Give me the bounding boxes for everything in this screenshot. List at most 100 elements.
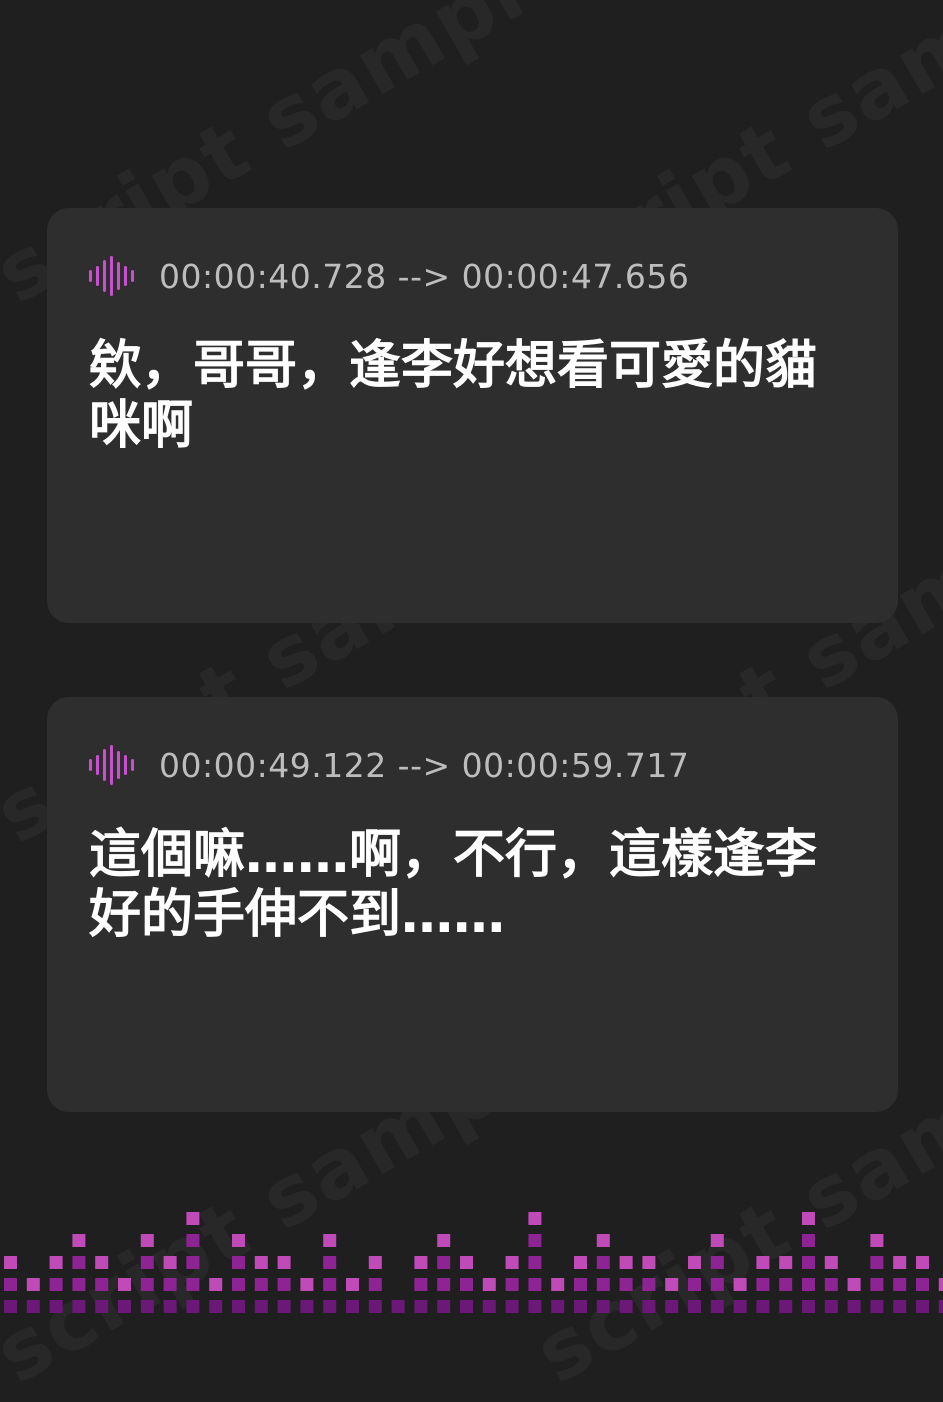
equalizer-block (916, 1256, 929, 1269)
equalizer-block (232, 1234, 245, 1247)
equalizer-block (574, 1256, 587, 1269)
equalizer-block (368, 1278, 382, 1291)
cue-timestamp: 00:00:40.728 --> 00:00:47.656 (159, 256, 690, 296)
equalizer-block (26, 1278, 40, 1291)
equalizer-block (163, 1278, 177, 1291)
equalizer-block (528, 1234, 542, 1247)
equalizer-block (916, 1300, 929, 1313)
equalizer-block (414, 1256, 428, 1269)
equalizer-block (95, 1278, 109, 1291)
equalizer-block (209, 1278, 223, 1291)
equalizer-block (186, 1256, 200, 1269)
equalizer-block (528, 1300, 542, 1313)
equalizer-block (619, 1300, 633, 1313)
equalizer-block (140, 1278, 154, 1291)
equalizer-block (140, 1256, 154, 1269)
equalizer-block (642, 1256, 656, 1269)
equalizer-block (163, 1300, 177, 1313)
equalizer-block (551, 1300, 565, 1313)
equalizer-block (72, 1300, 86, 1313)
equalizer-block (72, 1278, 86, 1291)
equalizer-block (277, 1278, 291, 1291)
equalizer-block (300, 1278, 314, 1291)
equalizer-block (4, 1278, 17, 1291)
equalizer-block (368, 1256, 382, 1269)
equalizer-block (391, 1300, 405, 1313)
equalizer-block (619, 1278, 633, 1291)
equalizer-block (824, 1300, 838, 1313)
equalizer-block (140, 1234, 154, 1247)
equalizer-block (346, 1278, 359, 1291)
equalizer-block (756, 1256, 770, 1269)
cue-header: 00:00:40.728 --> 00:00:47.656 (89, 256, 689, 296)
equalizer-block (688, 1256, 701, 1269)
equalizer-block (779, 1278, 793, 1291)
equalizer-block (95, 1300, 109, 1313)
subtitle-cue-card: 00:00:49.122 --> 00:00:59.717 這個嘛……啊，不行，… (47, 697, 898, 1112)
equalizer-block (870, 1278, 884, 1291)
equalizer-block (437, 1278, 451, 1291)
equalizer-block (49, 1300, 63, 1313)
equalizer-block (186, 1300, 200, 1313)
equalizer-block (49, 1256, 63, 1269)
equalizer-block (118, 1278, 131, 1291)
equalizer-block (824, 1278, 838, 1291)
equalizer-block (49, 1278, 63, 1291)
audio-waveform-icon (89, 745, 134, 785)
equalizer-block (802, 1234, 815, 1247)
equalizer-block (870, 1300, 884, 1313)
cue-text: 這個嘛……啊，不行，這樣逢李好的手伸不到…… (89, 825, 818, 945)
equalizer-block (72, 1256, 86, 1269)
equalizer-decoration (4, 1212, 943, 1313)
equalizer-block (186, 1212, 200, 1225)
equalizer-block (323, 1256, 337, 1269)
equalizer-block (847, 1300, 861, 1313)
equalizer-block (437, 1234, 451, 1247)
cue-text: 欸，哥哥，逢李好想看可愛的貓咪啊 (89, 336, 818, 456)
equalizer-block (528, 1256, 542, 1269)
equalizer-block (870, 1234, 884, 1247)
equalizer-block (596, 1300, 610, 1313)
equalizer-block (756, 1278, 770, 1291)
equalizer-block (574, 1300, 587, 1313)
equalizer-block (232, 1278, 245, 1291)
equalizer-block (916, 1278, 929, 1291)
equalizer-block (779, 1300, 793, 1313)
equalizer-block (346, 1300, 359, 1313)
equalizer-block (733, 1278, 747, 1291)
equalizer-block (140, 1300, 154, 1313)
equalizer-block (72, 1234, 86, 1247)
equalizer-block (551, 1278, 565, 1291)
equalizer-block (893, 1278, 907, 1291)
equalizer-block (414, 1300, 428, 1313)
equalizer-block (323, 1300, 337, 1313)
equalizer-block (277, 1300, 291, 1313)
equalizer-block (277, 1256, 291, 1269)
equalizer-block (323, 1234, 337, 1247)
equalizer-block (460, 1256, 473, 1269)
equalizer-block (505, 1278, 519, 1291)
equalizer-block (893, 1300, 907, 1313)
equalizer-block (619, 1256, 633, 1269)
equalizer-block (505, 1300, 519, 1313)
equalizer-block (688, 1300, 701, 1313)
audio-waveform-icon (89, 256, 134, 296)
equalizer-block (300, 1300, 314, 1313)
equalizer-block (528, 1212, 542, 1225)
equalizer-block (186, 1278, 200, 1291)
equalizer-block (802, 1278, 815, 1291)
equalizer-block (254, 1300, 268, 1313)
equalizer-block (710, 1256, 724, 1269)
equalizer-block (209, 1300, 223, 1313)
equalizer-block (710, 1300, 724, 1313)
equalizer-block (4, 1300, 17, 1313)
equalizer-block (847, 1278, 861, 1291)
equalizer-block (802, 1212, 815, 1225)
equalizer-block (665, 1300, 679, 1313)
equalizer-block (163, 1256, 177, 1269)
equalizer-block (460, 1300, 473, 1313)
equalizer-block (802, 1256, 815, 1269)
equalizer-block (437, 1300, 451, 1313)
equalizer-block (26, 1300, 40, 1313)
equalizer-block (254, 1256, 268, 1269)
